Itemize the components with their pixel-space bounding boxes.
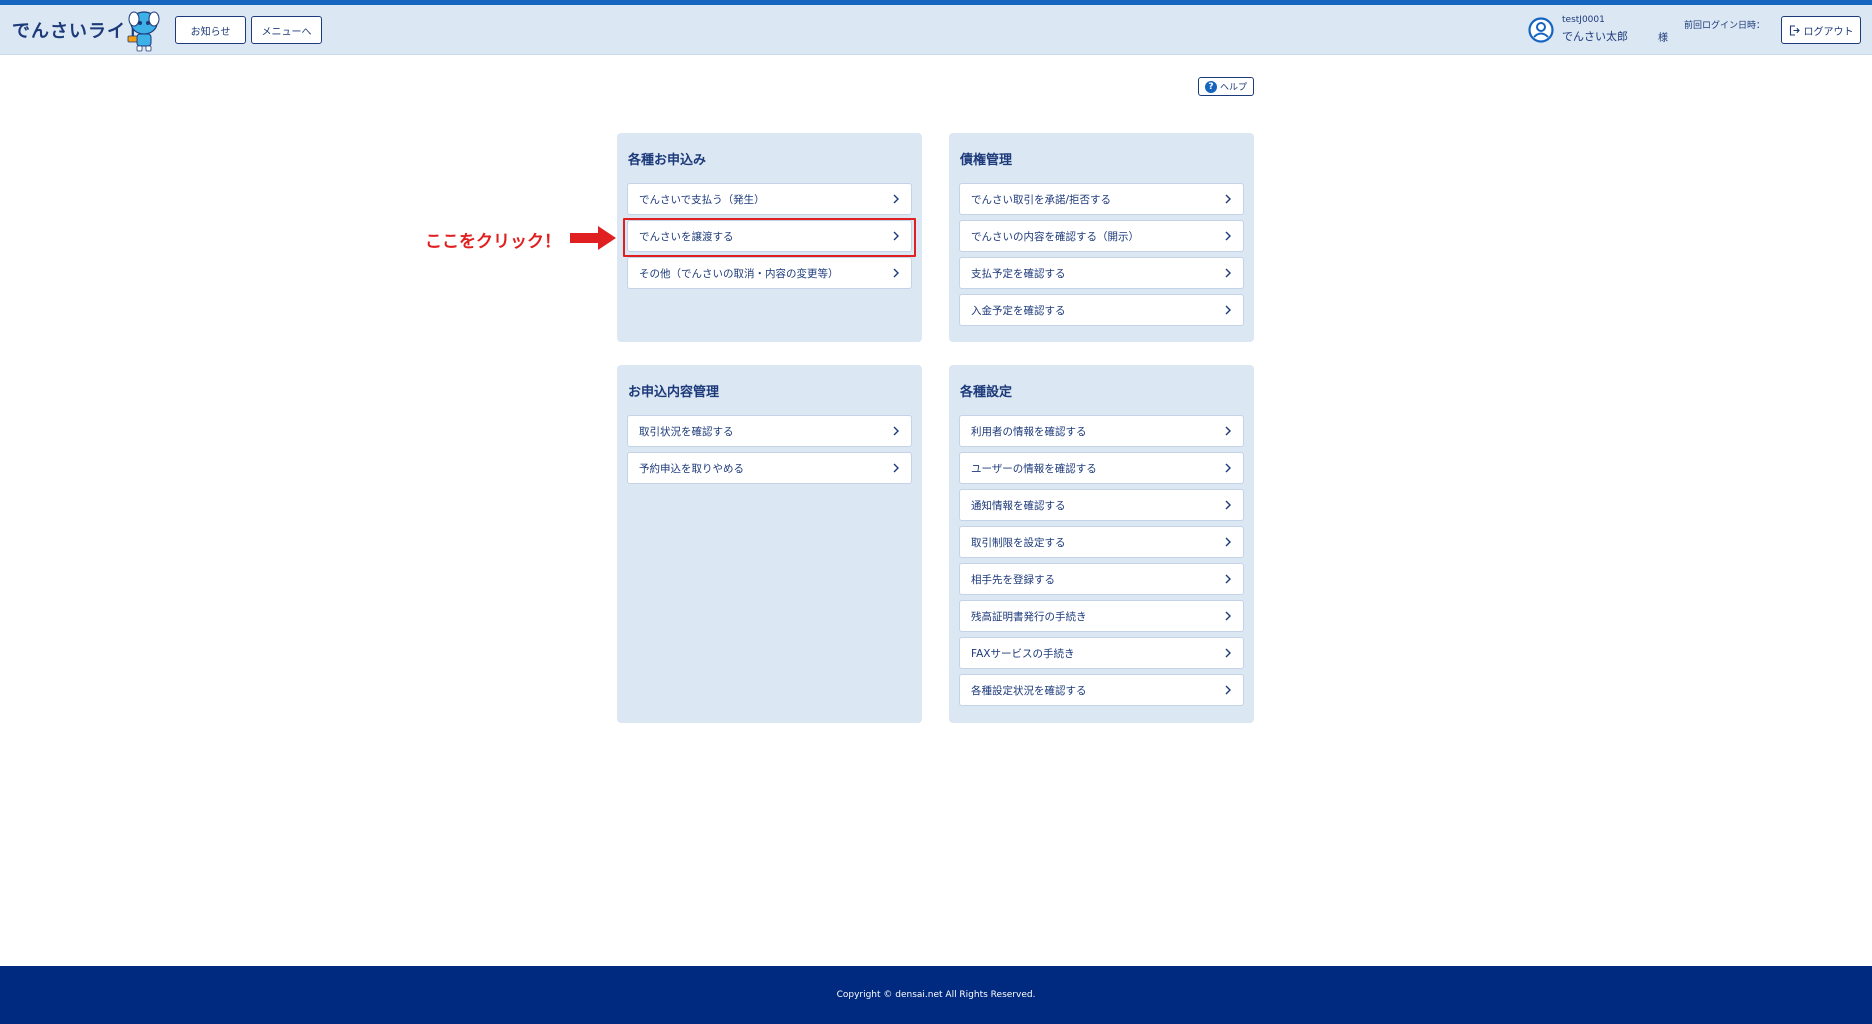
menu-item-cancel-reservation[interactable]: 予約申込を取りやめる [627,452,912,484]
mascot-icon [127,11,160,52]
news-button[interactable]: お知らせ [175,16,246,44]
logout-button[interactable]: ログアウト [1781,16,1861,44]
menu-item-label: 相手先を登録する [971,573,1055,586]
chevron-right-icon [1225,648,1231,658]
menu-item-label: 利用者の情報を確認する [971,425,1087,438]
menu-item-register-partner[interactable]: 相手先を登録する [959,563,1244,595]
help-button[interactable]: ? ヘルプ [1198,77,1254,96]
panel-settings: 各種設定 利用者の情報を確認する ユーザーの情報を確認する 通知情報を確認する … [949,365,1254,723]
chevron-right-icon [1225,574,1231,584]
help-label: ヘルプ [1219,83,1247,93]
menu-item-label: でんさいで支払う（発生） [639,193,765,206]
chevron-right-icon [1225,268,1231,278]
logout-icon [1789,24,1800,36]
menu-item-pay[interactable]: でんさいで支払う（発生） [627,183,912,215]
menu-item-balance-certificate[interactable]: 残高証明書発行の手続き [959,600,1244,632]
menu-item-deposit-schedule[interactable]: 入金予定を確認する [959,294,1244,326]
chevron-right-icon [893,268,899,278]
chevron-right-icon [893,426,899,436]
chevron-right-icon [1225,500,1231,510]
menu-item-label: 入金予定を確認する [971,304,1066,317]
menu-item-label: 取引状況を確認する [639,425,734,438]
annotation-arrow-icon [570,226,616,250]
menu-item-label: 予約申込を取りやめる [639,462,744,475]
menu-item-account-info[interactable]: ユーザーの情報を確認する [959,452,1244,484]
menu-item-label: でんさいの内容を確認する（開示） [971,230,1139,243]
menu-item-approve[interactable]: でんさい取引を承諾/拒否する [959,183,1244,215]
panel-title: 各種設定 [960,385,1013,400]
last-login-label: 前回ログイン日時： [1684,21,1766,31]
user-avatar-icon [1528,17,1554,43]
chevron-right-icon [893,194,899,204]
user-honorific: 様 [1658,33,1668,44]
menu-item-fax-service[interactable]: FAXサービスの手続き [959,637,1244,669]
menu-item-label: 各種設定状況を確認する [971,684,1087,697]
menu-item-transaction-status[interactable]: 取引状況を確認する [627,415,912,447]
menu-item-label: 通知情報を確認する [971,499,1066,512]
menu-button[interactable]: メニューへ [251,16,322,44]
click-here-annotation: ここをクリック！ [425,232,561,252]
chevron-right-icon [1225,305,1231,315]
menu-item-user-info[interactable]: 利用者の情報を確認する [959,415,1244,447]
app-header: でんさいライト お知らせ メニューへ testJ0001 でんさい太郎 様 前回… [0,5,1872,55]
chevron-right-icon [1225,194,1231,204]
panel-claims: 債権管理 でんさい取引を承諾/拒否する でんさいの内容を確認する（開示） 支払予… [949,133,1254,342]
chevron-right-icon [1225,463,1231,473]
menu-item-transaction-limit[interactable]: 取引制限を設定する [959,526,1244,558]
chevron-right-icon [1225,611,1231,621]
menu-item-label: 取引制限を設定する [971,536,1066,549]
panel-title: 債権管理 [960,153,1013,168]
copyright: Copyright © densai.net All Rights Reserv… [836,990,1036,1000]
menu-item-notifications[interactable]: 通知情報を確認する [959,489,1244,521]
menu-item-settings-status[interactable]: 各種設定状況を確認する [959,674,1244,706]
menu-item-label: でんさい取引を承諾/拒否する [971,193,1112,206]
menu-item-label: 支払予定を確認する [971,267,1066,280]
user-name: でんさい太郎 [1562,30,1628,43]
chevron-right-icon [1225,537,1231,547]
menu-item-payment-schedule[interactable]: 支払予定を確認する [959,257,1244,289]
chevron-right-icon [1225,231,1231,241]
panel-title: お申込内容管理 [628,385,720,400]
chevron-right-icon [1225,426,1231,436]
panel-title: 各種お申込み [628,153,707,168]
menu-item-label: 残高証明書発行の手続き [971,610,1087,623]
footer: Copyright © densai.net All Rights Reserv… [0,966,1872,1024]
chevron-right-icon [893,463,899,473]
menu-item-label: その他（でんさいの取消・内容の変更等） [639,267,839,280]
menu-item-disclose[interactable]: でんさいの内容を確認する（開示） [959,220,1244,252]
chevron-right-icon [1225,685,1231,695]
annotation-highlight-box [623,218,916,257]
panel-history: お申込内容管理 取引状況を確認する 予約申込を取りやめる [617,365,922,723]
help-icon: ? [1204,80,1217,93]
logout-label: ログアウト [1803,26,1854,38]
user-id: testJ0001 [1562,15,1605,25]
menu-item-label: FAXサービスの手続き [971,647,1075,660]
menu-item-label: ユーザーの情報を確認する [971,462,1097,475]
menu-item-other[interactable]: その他（でんさいの取消・内容の変更等） [627,257,912,289]
